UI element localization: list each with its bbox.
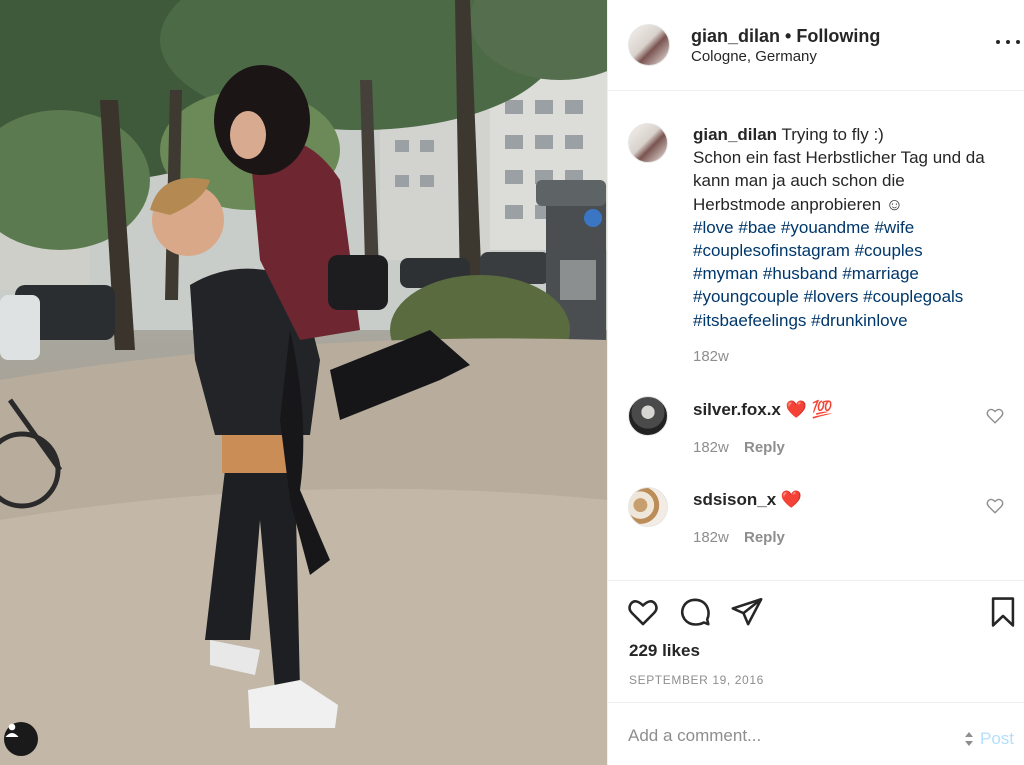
comment-time[interactable]: 182w — [693, 439, 729, 456]
comment-item: sdsison_x ❤️ — [693, 490, 802, 510]
photo-illustration — [0, 0, 607, 765]
caption-line: Schon ein fast Herbstlicher Tag und da — [693, 148, 985, 168]
post-caption: gian_dilan Trying to fly :) Schon ein fa… — [693, 123, 1013, 332]
comment-item: silver.fox.x ❤️ 💯 — [693, 400, 833, 420]
hashtag-line[interactable]: #couplesofinstagram #couples — [693, 241, 923, 260]
caption-line: Herbstmode anprobieren ☺ — [693, 194, 904, 214]
author-line: gian_dilan • Following — [691, 26, 880, 47]
comments-section[interactable]: gian_dilan Trying to fly :) Schon ein fa… — [608, 92, 1024, 579]
post-comment-button[interactable]: Post — [980, 729, 1014, 749]
post-location[interactable]: Cologne, Germany — [691, 48, 817, 65]
comment-like-heart-icon[interactable] — [986, 407, 1004, 425]
reply-button[interactable]: Reply — [744, 439, 785, 456]
comment-like-heart-icon[interactable] — [986, 497, 1004, 515]
heart-icon[interactable] — [626, 595, 660, 629]
caption-avatar[interactable] — [628, 123, 668, 163]
share-icon[interactable] — [730, 595, 764, 629]
post-header: gian_dilan • Following Cologne, Germany — [608, 0, 1024, 91]
hashtag-line[interactable]: #love #bae #youandme #wife — [693, 218, 914, 237]
post-actions: 229 likes SEPTEMBER 19, 2016 — [608, 580, 1024, 702]
comment-input[interactable] — [628, 721, 948, 751]
follow-status[interactable]: Following — [796, 26, 880, 46]
reply-button[interactable]: Reply — [744, 529, 785, 546]
user-tag-button[interactable] — [4, 722, 38, 756]
comment-username[interactable]: sdsison_x — [693, 490, 776, 509]
caption-line: Trying to fly :) — [781, 125, 884, 144]
author-avatar[interactable] — [628, 24, 670, 66]
instagram-post: gian_dilan • Following Cologne, Germany … — [0, 0, 1024, 765]
bookmark-icon[interactable] — [986, 595, 1020, 629]
hashtag-line[interactable]: #itsbaefeelings #drunkinlove — [693, 311, 908, 330]
user-tag-icon — [5, 723, 19, 737]
comment-avatar[interactable] — [628, 487, 668, 527]
emoji-scroll-icon — [965, 732, 973, 746]
comment-username[interactable]: silver.fox.x — [693, 400, 781, 419]
more-options-icon[interactable] — [996, 30, 1020, 54]
comment-avatar[interactable] — [628, 396, 668, 436]
author-username[interactable]: gian_dilan — [691, 26, 780, 46]
header-separator: • — [785, 26, 792, 46]
post-photo[interactable] — [0, 0, 607, 765]
post-sidebar: gian_dilan • Following Cologne, Germany … — [607, 0, 1024, 765]
caption-time[interactable]: 182w — [693, 348, 729, 365]
caption-line: kann man ja auch schon die — [693, 171, 905, 191]
hashtags[interactable]: #love #bae #youandme #wife #couplesofins… — [693, 218, 963, 330]
post-date[interactable]: SEPTEMBER 19, 2016 — [629, 673, 764, 687]
hashtag-line[interactable]: #myman #husband #marriage — [693, 264, 919, 283]
comment-icon[interactable] — [678, 595, 712, 629]
comment-text: ❤️ 💯 — [785, 400, 833, 419]
caption-username[interactable]: gian_dilan — [693, 125, 777, 144]
comment-text: ❤️ — [780, 490, 803, 509]
like-count[interactable]: 229 likes — [629, 641, 700, 661]
hashtag-line[interactable]: #youngcouple #lovers #couplegoals — [693, 287, 963, 306]
add-comment-bar: Post — [608, 702, 1024, 765]
comment-time[interactable]: 182w — [693, 529, 729, 546]
